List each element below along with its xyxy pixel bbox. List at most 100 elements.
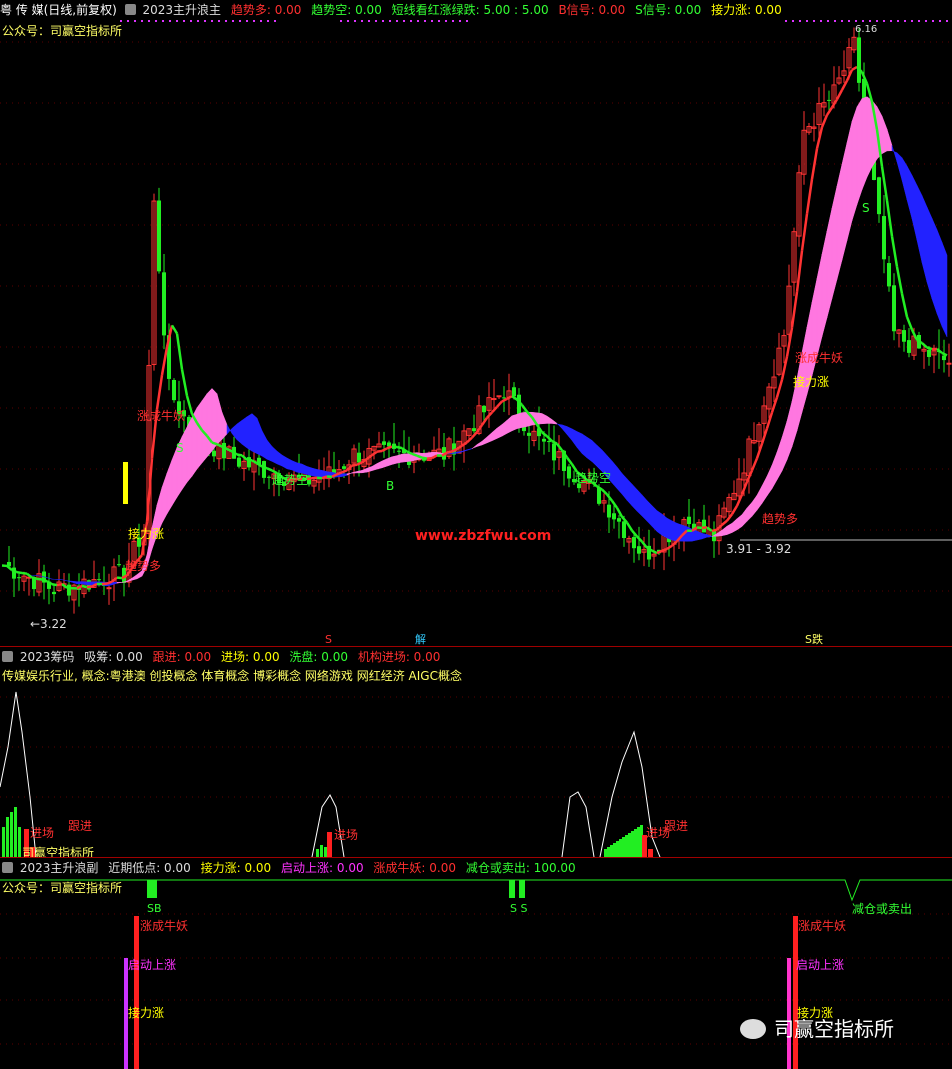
trend-ribbon (921, 195, 928, 283)
candle-body (552, 443, 556, 461)
candle-body (342, 466, 346, 469)
trend-ribbon (661, 513, 668, 539)
top-marker (141, 20, 143, 22)
washout-bar (14, 807, 17, 857)
trend-line (551, 440, 558, 445)
chip-settings-icon[interactable] (2, 651, 13, 662)
candle-body (267, 476, 271, 478)
sub-settings-icon[interactable] (2, 862, 13, 873)
trend-ribbon (581, 433, 588, 459)
top-marker (417, 20, 419, 22)
trend-ribbon (116, 581, 123, 584)
candle-body (902, 330, 906, 342)
sub-param-4: 减仓或卖出: 100.00 (465, 861, 576, 875)
main-param-0: 趋势多: 0.00 (230, 3, 302, 17)
trend-line (356, 461, 363, 466)
trend-ribbon (846, 121, 853, 241)
candle-body (17, 577, 21, 579)
candle-body (472, 428, 476, 432)
trend-line (835, 89, 844, 100)
candle-body (882, 216, 886, 260)
label-trend-down: 趋势空 (272, 473, 308, 487)
top-marker (218, 20, 220, 22)
trend-ribbon (511, 413, 518, 432)
top-marker (848, 20, 850, 22)
top-marker (834, 20, 836, 22)
label-start: 启动上涨 (128, 957, 176, 972)
top-marker (876, 20, 878, 22)
label-trend-up: 趋势多 (125, 559, 161, 573)
sub-param-3: 涨成牛妖: 0.00 (373, 861, 456, 875)
top-marker (396, 20, 398, 22)
sell-line (0, 879, 952, 902)
trend-ribbon (571, 428, 578, 449)
trend-ribbon (586, 436, 593, 463)
trend-line (266, 467, 273, 472)
trend-line (16, 570, 23, 575)
candle-body (222, 442, 226, 459)
trend-ribbon (541, 413, 548, 425)
chip-param-4: 机构进场: 0.00 (357, 650, 441, 664)
top-marker (820, 20, 822, 22)
top-marker (918, 20, 920, 22)
washout-bar (604, 849, 607, 857)
trend-ribbon (201, 392, 208, 464)
label-ss: S S (510, 902, 527, 915)
trend-ribbon (626, 478, 633, 507)
candle-body (907, 340, 911, 353)
trend-ribbon (551, 418, 558, 425)
trend-ribbon (831, 185, 838, 299)
trend-line (511, 395, 518, 401)
trend-ribbon (471, 444, 478, 450)
top-marker (466, 20, 468, 22)
trend-ribbon (241, 416, 248, 449)
trend-line (236, 453, 243, 457)
label-relay: 接力涨 (128, 526, 164, 541)
trend-line (321, 475, 328, 480)
chip-panel[interactable]: 2023筹码 吸筹: 0.00 跟进: 0.00 进场: 0.00 洗盘: 0.… (0, 647, 952, 857)
main-param-4: S信号: 0.00 (635, 3, 702, 17)
bottom-marker-sdie: S跌 (805, 632, 823, 646)
label-s: S (176, 441, 184, 455)
trend-ribbon (751, 494, 758, 518)
trend-line (421, 456, 428, 460)
candle-body (622, 521, 626, 539)
main-price-panel[interactable]: 粤 传 媒(日线,前复权) 2023主升浪主 趋势多: 0.00 趋势空: 0.… (0, 0, 952, 646)
chip-indicator-name[interactable]: 2023筹码 (20, 650, 75, 664)
trend-line (496, 400, 503, 408)
candle-body (162, 272, 166, 336)
trend-ribbon (521, 411, 528, 428)
low-right-annotation: 3.91 - 3.92 (726, 542, 791, 556)
trend-line (501, 397, 508, 403)
main-indicator-name[interactable]: 2023主升浪主 (142, 3, 221, 17)
top-marker (340, 20, 342, 22)
candle-body (172, 379, 176, 401)
indicator-settings-icon[interactable] (124, 4, 136, 15)
trend-line (905, 316, 914, 331)
label-enter-2: 进场 (334, 828, 358, 842)
top-marker (197, 20, 199, 22)
trend-ribbon (271, 445, 278, 465)
trend-line (900, 293, 909, 318)
top-marker (890, 20, 892, 22)
trend-ribbon (741, 507, 748, 528)
trend-ribbon (821, 230, 828, 337)
trend-ribbon (86, 581, 93, 586)
sub-indicator-panel[interactable]: 2023主升浪副 近期低点: 0.00 接力涨: 0.00 启动上涨: 0.00… (0, 858, 952, 1069)
top-marker (382, 20, 384, 22)
sub-indicator-name[interactable]: 2023主升浪副 (20, 861, 99, 875)
top-marker (246, 20, 248, 22)
top-marker (438, 20, 440, 22)
trend-line (820, 114, 829, 128)
candlestick-chart[interactable]: ←3.223.91 - 3.926.16涨成牛妖接力涨趋势多趋势空SB涨成牛妖接… (0, 0, 952, 646)
trend-line (411, 452, 418, 457)
trend-ribbon (736, 514, 743, 531)
candle-body (567, 466, 571, 479)
trend-ribbon (766, 465, 773, 497)
trend-ribbon (311, 467, 318, 477)
washout-bar (320, 845, 323, 857)
trend-line (376, 449, 383, 453)
washout-bar (616, 841, 619, 857)
trend-line (795, 250, 804, 293)
candle-body (247, 457, 251, 468)
